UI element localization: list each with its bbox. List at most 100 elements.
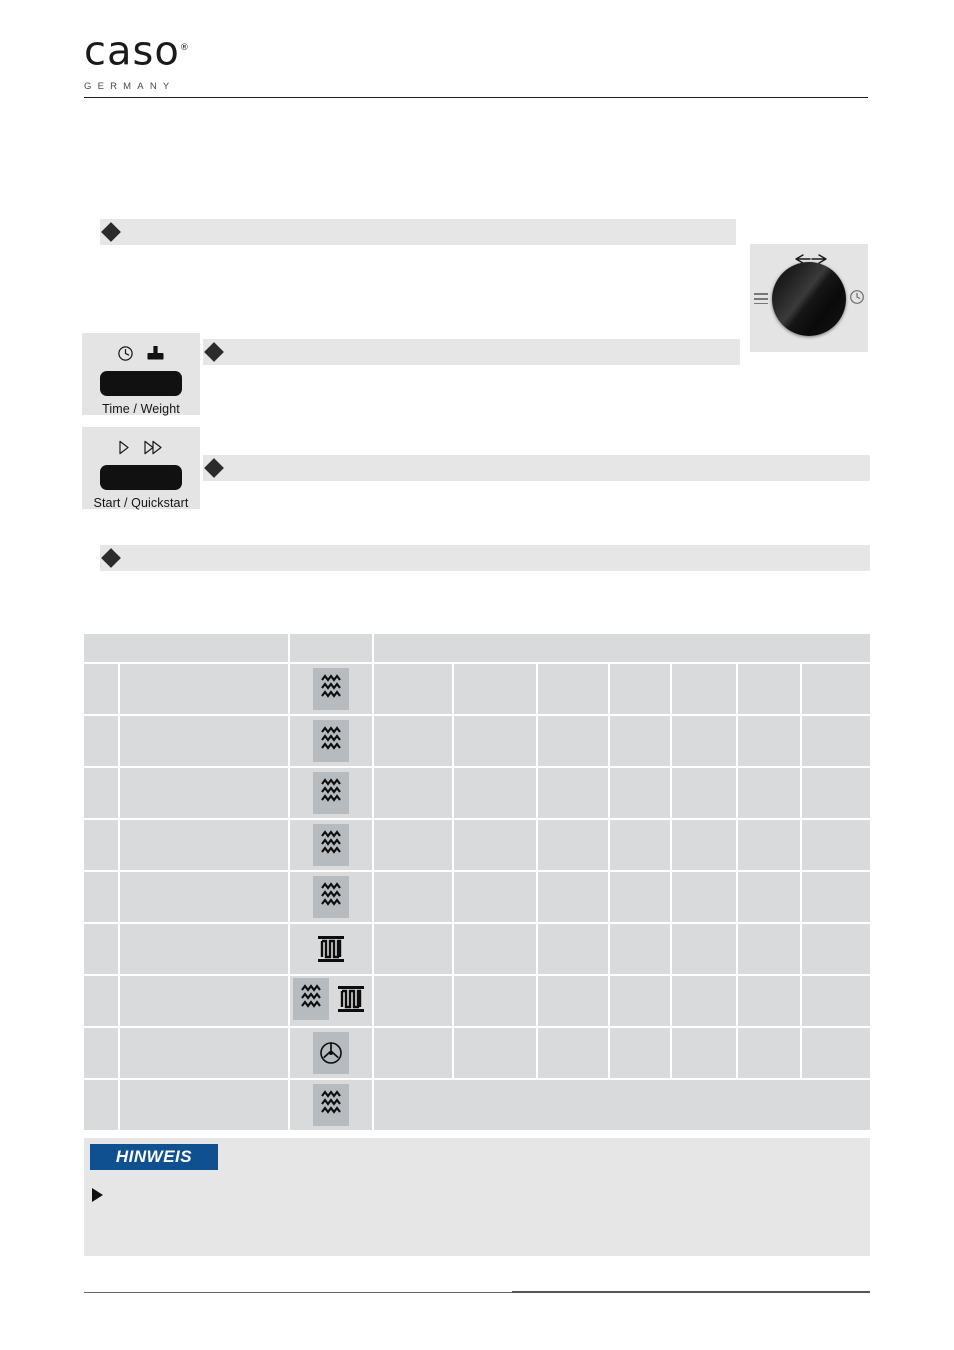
table-cell-number [84,664,120,716]
rotary-selector-knob[interactable] [772,262,846,336]
bullet-row-2 [203,339,740,365]
table-cell-value [672,768,738,820]
table-row [84,976,870,1028]
bullet-4-container [100,545,870,571]
microwave-waves-icon [313,668,349,710]
time-weight-button[interactable]: Time / Weight [82,333,200,416]
bullet-row-1 [100,219,736,245]
start-quickstart-keypad[interactable] [100,465,182,490]
table-cell-value [802,976,870,1028]
table-cell-mode [290,924,374,976]
table-cell-value [454,976,538,1028]
table-cell-value [672,820,738,872]
time-weight-icons [82,333,200,367]
table-cell-program-name [120,1080,290,1130]
microwave-waves-icon [293,977,329,1020]
table-header-row [84,634,870,664]
table-cell-program-name [120,664,290,716]
clock-icon [118,345,133,361]
table-cell-value [454,872,538,924]
table-cell-value [538,768,610,820]
table-cell-mode [290,1080,374,1130]
table-row [84,716,870,768]
registered-mark: ® [179,43,190,53]
brand-name: caso [84,28,180,75]
table-row [84,1028,870,1080]
table-cell-program-name [120,976,290,1028]
table-cell-value [454,664,538,716]
table-cell-program-name [120,924,290,976]
table-cell-program-name [120,768,290,820]
grill-element-icon [333,978,369,1020]
table-cell-mode [290,716,374,768]
table-cell-value [672,924,738,976]
table-cell-value [738,716,802,768]
knob-panel [750,244,868,352]
table-cell-mode [290,768,374,820]
bullet-2-container [203,339,740,365]
program-table [84,634,870,1130]
table-cell-value [738,872,802,924]
table-cell-value [610,768,672,820]
table-cell-number [84,872,120,924]
table-cell-value [672,716,738,768]
table-cell-program-name [120,820,290,872]
start-quickstart-label: Start / Quickstart [93,496,189,510]
table-cell-value [672,1028,738,1080]
table-header-cell [84,634,290,664]
table-cell-merged [374,1080,870,1130]
menu-icon [754,293,768,307]
table-cell-value [672,872,738,924]
table-cell-value [374,768,454,820]
table-cell-value [802,716,870,768]
brand-wordmark: caso® [84,26,208,73]
table-cell-number [84,716,120,768]
table-cell-value [610,924,672,976]
table-cell-value [802,820,870,872]
table-cell-value [374,1028,454,1080]
table-cell-value [374,716,454,768]
table-cell-value [538,1028,610,1080]
table-cell-value [538,872,610,924]
table-header-cell [290,634,374,664]
table-cell-value [738,1028,802,1080]
table-cell-value [802,664,870,716]
table-cell-mode [290,820,374,872]
time-weight-keypad[interactable] [100,371,182,396]
diamond-bullet-icon [204,458,224,478]
grill-element-icon [313,928,349,970]
footer-divider-left [84,1292,514,1293]
table-cell-program-name [120,872,290,924]
note-box: HINWEIS [84,1138,870,1256]
bullet-row-3 [203,455,870,481]
table-cell-value [374,924,454,976]
table-cell-value [672,976,738,1028]
microwave-grill-combo-icon [293,977,369,1020]
table-cell-mode [290,872,374,924]
convection-fan-icon [313,1032,349,1074]
footer-divider-right [512,1291,870,1293]
table-cell-value [538,924,610,976]
triangle-right-icon [92,1188,103,1202]
table-cell-value [538,820,610,872]
bullet-row-4 [100,545,870,571]
table-row [84,872,870,924]
diamond-bullet-icon [101,548,121,568]
diamond-bullet-icon [101,222,121,242]
table-row [84,924,870,976]
play-icon [119,440,129,454]
start-quickstart-button[interactable]: Start / Quickstart [82,427,200,510]
table-cell-value [738,924,802,976]
table-row [84,768,870,820]
table-cell-value [610,664,672,716]
table-cell-mode [290,664,374,716]
table-cell-value [454,820,538,872]
bullet-3-text [231,455,870,481]
table-cell-value [738,976,802,1028]
fast-forward-icon [144,440,162,454]
table-cell-value [672,664,738,716]
table-cell-value [802,924,870,976]
table-cell-value [610,820,672,872]
weight-icon [147,345,164,359]
table-cell-program-name [120,716,290,768]
